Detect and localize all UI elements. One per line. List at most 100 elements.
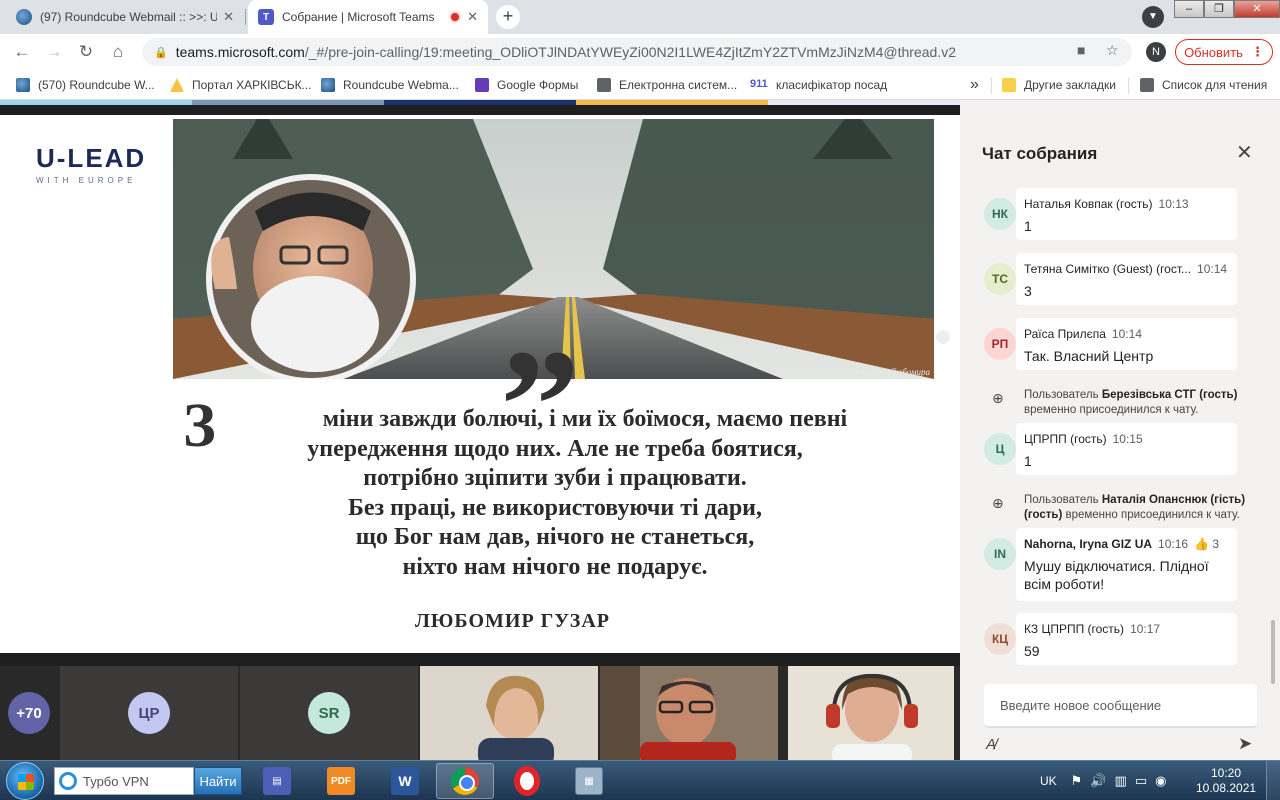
system-tray: UK ⚑ 🔊 ▥ ▭ ◉ — [1040, 761, 1174, 800]
clock-date: 10.08.2021 — [1196, 781, 1257, 795]
taskbar-pdf-app[interactable]: PDF — [312, 763, 370, 799]
volume-icon[interactable]: 🔊 — [1090, 773, 1106, 789]
clock-time: 10:20 — [1210, 766, 1242, 780]
tab-roundcube[interactable]: (97) Roundcube Webmail :: >>: U ✕ — [6, 0, 244, 34]
update-button[interactable]: Обновить ⋮ — [1175, 39, 1273, 65]
slide-indicator — [936, 330, 950, 344]
photo-hashtag: #ПоколінняЛюбомира — [846, 367, 930, 377]
clock[interactable]: 10:20 10.08.2021 — [1196, 766, 1256, 796]
close-icon[interactable]: ✕ — [223, 9, 234, 25]
avatar: TC — [984, 263, 1016, 295]
message-time: 10:14 — [1197, 262, 1228, 276]
user-joined-icon: ⊕ — [992, 390, 1004, 406]
bookmark-roundcube-570[interactable]: (570) Roundcube W... — [16, 76, 155, 94]
participant-video — [788, 666, 954, 760]
vpn-search-field[interactable]: Турбо VPN — [54, 767, 194, 795]
send-icon[interactable]: ➤ — [1238, 734, 1252, 754]
close-icon[interactable]: ✕ — [467, 9, 478, 25]
forward-icon[interactable]: → — [42, 40, 66, 64]
security-icon[interactable]: ◉ — [1155, 773, 1166, 789]
system-message-text: Пользователь Наталія Опанснюк (гість) (г… — [1024, 494, 1246, 521]
other-bookmarks-folder[interactable]: Другие закладки — [1002, 76, 1116, 94]
taskbar-save-app[interactable]: ▤ — [248, 763, 306, 799]
911-icon: 911 — [750, 78, 768, 90]
bookmark-classifier[interactable]: 911 класифікатор посад — [750, 76, 887, 94]
bookmark-label: Список для чтения — [1162, 78, 1268, 92]
participant-tile[interactable]: ЦР — [60, 666, 238, 760]
format-icon[interactable]: A̸ — [986, 736, 996, 753]
update-label: Обновить — [1184, 44, 1243, 60]
message-card[interactable]: Наталья Ковпак (гость) 10:13 1 — [1016, 188, 1237, 240]
message-text: 1 — [1024, 453, 1032, 469]
bookmark-label: Другие закладки — [1024, 78, 1116, 92]
participant-video-tile[interactable] — [600, 666, 778, 760]
bookmark-star-icon[interactable]: ☆ — [1106, 42, 1119, 59]
taskbar-chrome-app[interactable] — [436, 763, 494, 799]
reaction-like[interactable]: 👍 3 — [1194, 537, 1219, 551]
slide-top-stripe — [0, 100, 960, 105]
display-icon[interactable]: ▭ — [1135, 773, 1147, 789]
sender-name: КЗ ЦПРПП (гость) — [1024, 622, 1125, 636]
participant-avatar: ЦР — [128, 692, 170, 734]
participant-video-tile[interactable] — [420, 666, 598, 760]
message-card[interactable]: КЗ ЦПРПП (гость) 10:17 59 — [1016, 613, 1237, 665]
back-icon[interactable]: ← — [10, 40, 34, 64]
message-card[interactable]: Тетяна Симітко (Guest) (гост... 10:14 3 — [1016, 253, 1237, 305]
more-participants-tile[interactable]: +70 — [0, 666, 58, 760]
browser-tab-strip: (97) Roundcube Webmail :: >>: U ✕ T Собр… — [0, 0, 1280, 34]
participant-video-tile[interactable] — [788, 666, 954, 760]
message-card[interactable]: Nahorna, Iryna GIZ UA 10:16 👍 3 Мушу відкл… — [1016, 528, 1237, 601]
close-window-button[interactable]: ✕ — [1234, 0, 1280, 18]
flag-icon[interactable]: ⚑ — [1071, 773, 1083, 789]
logo-sub-text: WITH EUROPE — [36, 176, 137, 185]
bookmarks-overflow-button[interactable]: » — [970, 76, 979, 94]
message-card[interactable]: ЦПРПП (гость) 10:15 1 — [1016, 423, 1237, 475]
profile-avatar[interactable]: N — [1146, 42, 1166, 62]
quote-line: міни завжди болючі, і ми їх боїмося, має… — [322, 406, 848, 432]
quote-line: потрібно зціпити зуби і працювати. — [363, 465, 747, 492]
input-language[interactable]: UK — [1040, 774, 1057, 788]
message-card[interactable]: Раїса Прилєпа 10:14 Так. Власний Центр — [1016, 318, 1237, 370]
network-icon[interactable]: ▥ — [1115, 773, 1127, 789]
taskbar-word-app[interactable]: W — [376, 763, 434, 799]
home-icon[interactable]: ⌂ — [106, 40, 130, 64]
u-lead-logo: U-LEAD WITH EUROPE — [36, 143, 146, 185]
chat-scrollbar[interactable] — [1271, 620, 1275, 684]
new-tab-button[interactable]: + — [496, 5, 520, 29]
bookmark-roundcube[interactable]: Roundcube Webma... — [321, 76, 459, 94]
sender-name: Nahorna, Iryna GIZ UA — [1024, 537, 1153, 551]
start-button[interactable] — [6, 762, 44, 800]
participant-tile[interactable]: SR — [240, 666, 418, 760]
reading-list-icon — [1140, 78, 1154, 92]
address-bar[interactable]: 🔒 teams.microsoft.com/_#/pre-join-callin… — [142, 38, 1132, 66]
minimize-button[interactable]: – — [1174, 0, 1204, 18]
bookmark-label: Портал ХАРКІВСЬК... — [192, 78, 312, 92]
taskbar-calculator-app[interactable]: ▦ — [560, 763, 618, 799]
bookmark-google-forms[interactable]: Google Формы — [475, 76, 578, 94]
taskbar-opera-app[interactable] — [498, 763, 556, 799]
vpn-search-button[interactable]: Найти — [194, 767, 242, 795]
camera-blocked-icon[interactable]: ■ — [1077, 42, 1085, 58]
compose-input[interactable]: Введите новое сообщение — [984, 684, 1257, 728]
stripe-segment — [192, 100, 384, 105]
reading-list-button[interactable]: Список для чтения — [1140, 76, 1267, 94]
quote-line: що Бог нам дав, нічого не станеться, — [355, 524, 755, 551]
tab-teams[interactable]: T Собрание | Microsoft Teams ✕ — [248, 0, 488, 34]
reload-icon[interactable]: ↻ — [74, 40, 98, 64]
quote-line: Без праці, не використовуючи ті дари, — [347, 494, 763, 521]
maximize-button[interactable]: ❐ — [1204, 0, 1234, 18]
bookmark-portal[interactable]: Портал ХАРКІВСЬК... — [170, 76, 312, 94]
stripe-segment — [576, 100, 768, 105]
bookmark-e-system[interactable]: Електронна систем... — [597, 76, 737, 94]
meeting-chat-panel: Чат собрания ✕ НК Наталья Ковпак (гость)… — [960, 100, 1280, 760]
close-icon[interactable]: ✕ — [1236, 140, 1253, 165]
tab-title: Собрание | Microsoft Teams — [282, 10, 435, 24]
tab-search-icon[interactable]: ▼ — [1142, 6, 1164, 28]
bookmark-label: Google Формы — [497, 78, 579, 92]
globe-icon — [597, 78, 611, 92]
show-desktop-button[interactable] — [1266, 761, 1280, 800]
more-icon: ⋮ — [1250, 44, 1264, 59]
bookmark-label: (570) Roundcube W... — [38, 78, 155, 92]
bookmark-label: Roundcube Webma... — [343, 78, 459, 92]
stripe-segment — [0, 100, 192, 105]
